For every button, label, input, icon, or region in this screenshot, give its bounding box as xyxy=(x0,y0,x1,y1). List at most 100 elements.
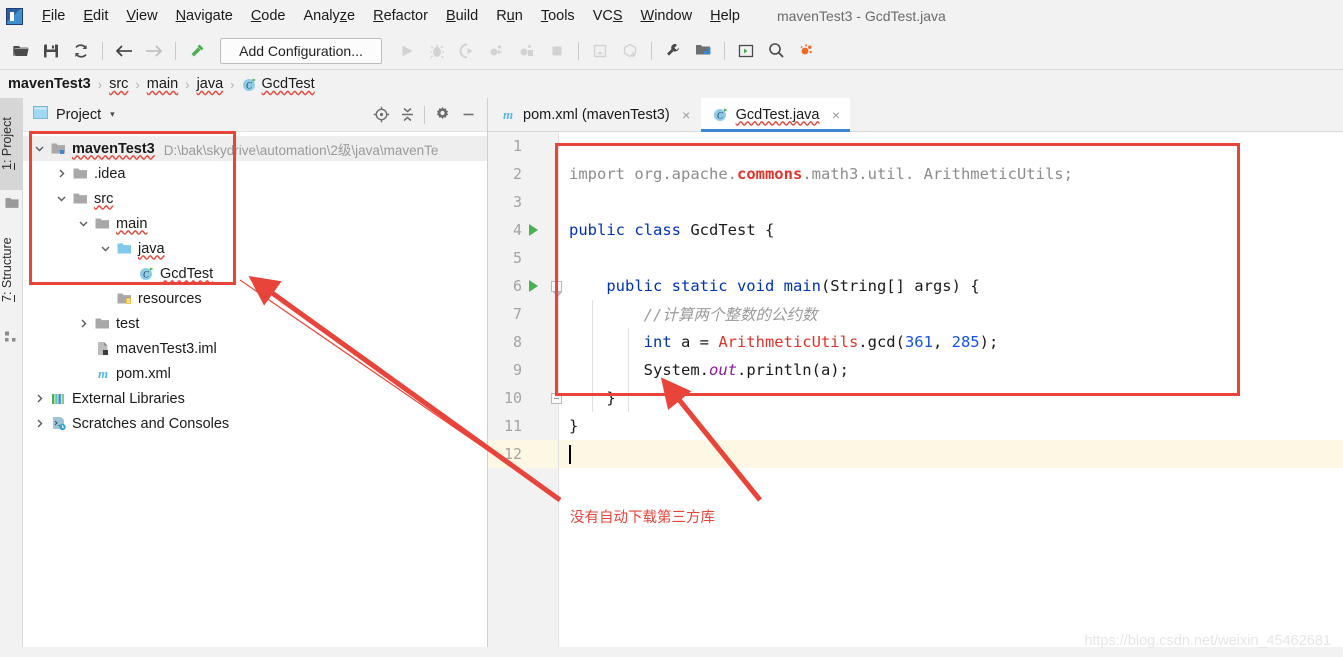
save-all-icon[interactable] xyxy=(36,37,66,65)
code-line[interactable]: //计算两个整数的公约数 xyxy=(559,300,1343,328)
close-icon[interactable]: × xyxy=(829,107,842,123)
gutter-line[interactable]: 12 xyxy=(488,440,558,468)
tree-item-label: main xyxy=(116,215,148,232)
menu-item-analyze[interactable]: Analyze xyxy=(295,5,365,27)
twisty-right-icon[interactable] xyxy=(75,316,91,332)
tree-row[interactable]: mavenTest3 D:\bak\skydrive\automation\2级\… xyxy=(23,136,487,161)
code-content[interactable]: import org.apache. commons .math3.util. Ar… xyxy=(559,132,1343,657)
menu-item-tools[interactable]: Tools xyxy=(532,5,584,27)
gutter-line[interactable]: 11 xyxy=(488,412,558,440)
code-line[interactable] xyxy=(559,440,1343,468)
terminal-icon[interactable] xyxy=(731,37,761,65)
gutter-line[interactable]: 7 xyxy=(488,300,558,328)
twisty-right-icon[interactable] xyxy=(31,416,47,432)
search-everywhere-icon[interactable] xyxy=(761,37,791,65)
add-configuration-button[interactable]: Add Configuration... xyxy=(220,37,382,64)
code-line[interactable]: } xyxy=(559,384,1343,412)
menu-item-file[interactable]: File xyxy=(33,5,74,27)
code-token: import xyxy=(569,165,635,183)
toolbar-separator xyxy=(102,41,103,60)
breadcrumb-item-maventest3[interactable]: mavenTest3 xyxy=(8,76,91,92)
tree-row[interactable]: Scratches and Consoles xyxy=(23,411,487,436)
indent-guide xyxy=(628,328,629,412)
code-line[interactable]: } xyxy=(559,412,1343,440)
build-hammer-icon[interactable] xyxy=(182,37,212,65)
tree-row[interactable]: main xyxy=(23,211,487,236)
breadcrumb-item-src[interactable]: src xyxy=(109,76,128,92)
idea-assistant-icon[interactable] xyxy=(791,37,821,65)
gutter-line[interactable]: 8 xyxy=(488,328,558,356)
menu-item-run[interactable]: Run xyxy=(487,5,532,27)
run-gutter-icon[interactable] xyxy=(529,224,538,236)
editor-gutter[interactable]: 1 2 3 4 5 6 7 8 9 10 11 12 xyxy=(488,132,562,657)
minimize-panel-icon[interactable] xyxy=(455,102,481,128)
tree-row[interactable]: java xyxy=(23,236,487,261)
sidebar-item-structure[interactable]: 7: Structure xyxy=(0,216,23,324)
run-gutter-icon[interactable] xyxy=(529,280,538,292)
code-line[interactable]: public class GcdTest { xyxy=(559,216,1343,244)
menu-item-code[interactable]: Code xyxy=(242,5,295,27)
gutter-line[interactable]: 6 xyxy=(488,272,562,300)
scroll-from-source-icon[interactable] xyxy=(368,102,394,128)
line-number: 11 xyxy=(503,417,522,435)
twisty-down-icon[interactable] xyxy=(53,191,69,207)
close-icon[interactable]: × xyxy=(680,107,693,123)
gutter-line[interactable]: 10 xyxy=(488,384,562,412)
code-editor[interactable]: 1 2 3 4 5 6 7 8 9 10 11 12 import org.apache. common… xyxy=(488,132,1343,657)
open-project-icon[interactable] xyxy=(6,37,36,65)
tree-row[interactable]: m pom.xml xyxy=(23,361,487,386)
menu-item-window[interactable]: Window xyxy=(632,5,702,27)
menu-item-help[interactable]: Help xyxy=(701,5,749,27)
tree-row[interactable]: External Libraries xyxy=(23,386,487,411)
sidebar-item-project[interactable]: 1: Project xyxy=(0,98,23,190)
tree-row[interactable]: resources xyxy=(23,286,487,311)
settings-wrench-icon[interactable] xyxy=(658,37,688,65)
project-structure-icon[interactable] xyxy=(688,37,718,65)
tree-item-label: External Libraries xyxy=(72,390,185,407)
menu-item-refactor[interactable]: Refactor xyxy=(364,5,437,27)
code-line[interactable]: public static void main (String[] args) { xyxy=(559,272,1343,300)
breadcrumb-item-java[interactable]: java xyxy=(197,76,224,92)
gutter-line[interactable]: 2 xyxy=(488,160,558,188)
tree-row[interactable]: C GcdTest xyxy=(23,261,487,286)
menu-item-edit[interactable]: Edit xyxy=(74,5,117,27)
code-line[interactable] xyxy=(559,132,1343,160)
resources-folder-icon xyxy=(117,292,133,306)
annotation-note: 没有自动下载第三方库 xyxy=(570,510,715,526)
editor-tab-pom-xml-maventest3-[interactable]: m pom.xml (mavenTest3) × xyxy=(488,98,701,131)
tree-row[interactable]: src xyxy=(23,186,487,211)
chevron-down-icon[interactable]: ▾ xyxy=(110,109,115,120)
code-line[interactable] xyxy=(559,188,1343,216)
gutter-line[interactable]: 4 xyxy=(488,216,558,244)
tree-row[interactable]: test xyxy=(23,311,487,336)
gutter-line[interactable]: 9 xyxy=(488,356,558,384)
tree-row[interactable]: .idea xyxy=(23,161,487,186)
gear-settings-icon[interactable] xyxy=(429,102,455,128)
code-line[interactable]: System. out .println(a); xyxy=(559,356,1343,384)
menu-item-vcs[interactable]: VCS xyxy=(584,5,632,27)
breadcrumb-item-gcdtest[interactable]: GcdTest xyxy=(262,76,315,92)
tree-row[interactable]: mavenTest3.iml xyxy=(23,336,487,361)
twisty-down-icon[interactable] xyxy=(75,216,91,232)
line-number: 3 xyxy=(512,193,522,211)
menu-item-navigate[interactable]: Navigate xyxy=(167,5,242,27)
code-line[interactable]: import org.apache. commons .math3.util. Ar… xyxy=(559,160,1343,188)
tree-item-label: pom.xml xyxy=(116,365,171,382)
twisty-down-icon[interactable] xyxy=(97,241,113,257)
twisty-right-icon[interactable] xyxy=(53,166,69,182)
collapse-all-icon[interactable] xyxy=(394,102,420,128)
sync-refresh-icon[interactable] xyxy=(66,37,96,65)
gutter-line[interactable]: 1 xyxy=(488,132,558,160)
gutter-line[interactable]: 3 xyxy=(488,188,558,216)
menu-item-view[interactable]: View xyxy=(117,5,166,27)
navigate-back-icon[interactable] xyxy=(109,37,139,65)
twisty-down-icon[interactable] xyxy=(31,141,47,157)
gutter-line[interactable]: 5 xyxy=(488,244,558,272)
project-tree[interactable]: mavenTest3 D:\bak\skydrive\automation\2级\… xyxy=(23,132,487,436)
twisty-right-icon[interactable] xyxy=(31,391,47,407)
menu-item-build[interactable]: Build xyxy=(437,5,487,27)
code-line[interactable] xyxy=(559,244,1343,272)
code-line[interactable]: int a = ArithmeticUtils .gcd(361, 285); xyxy=(559,328,1343,356)
editor-tab-gcdtest-java[interactable]: C GcdTest.java × xyxy=(700,98,851,132)
breadcrumb-item-main[interactable]: main xyxy=(147,76,178,92)
